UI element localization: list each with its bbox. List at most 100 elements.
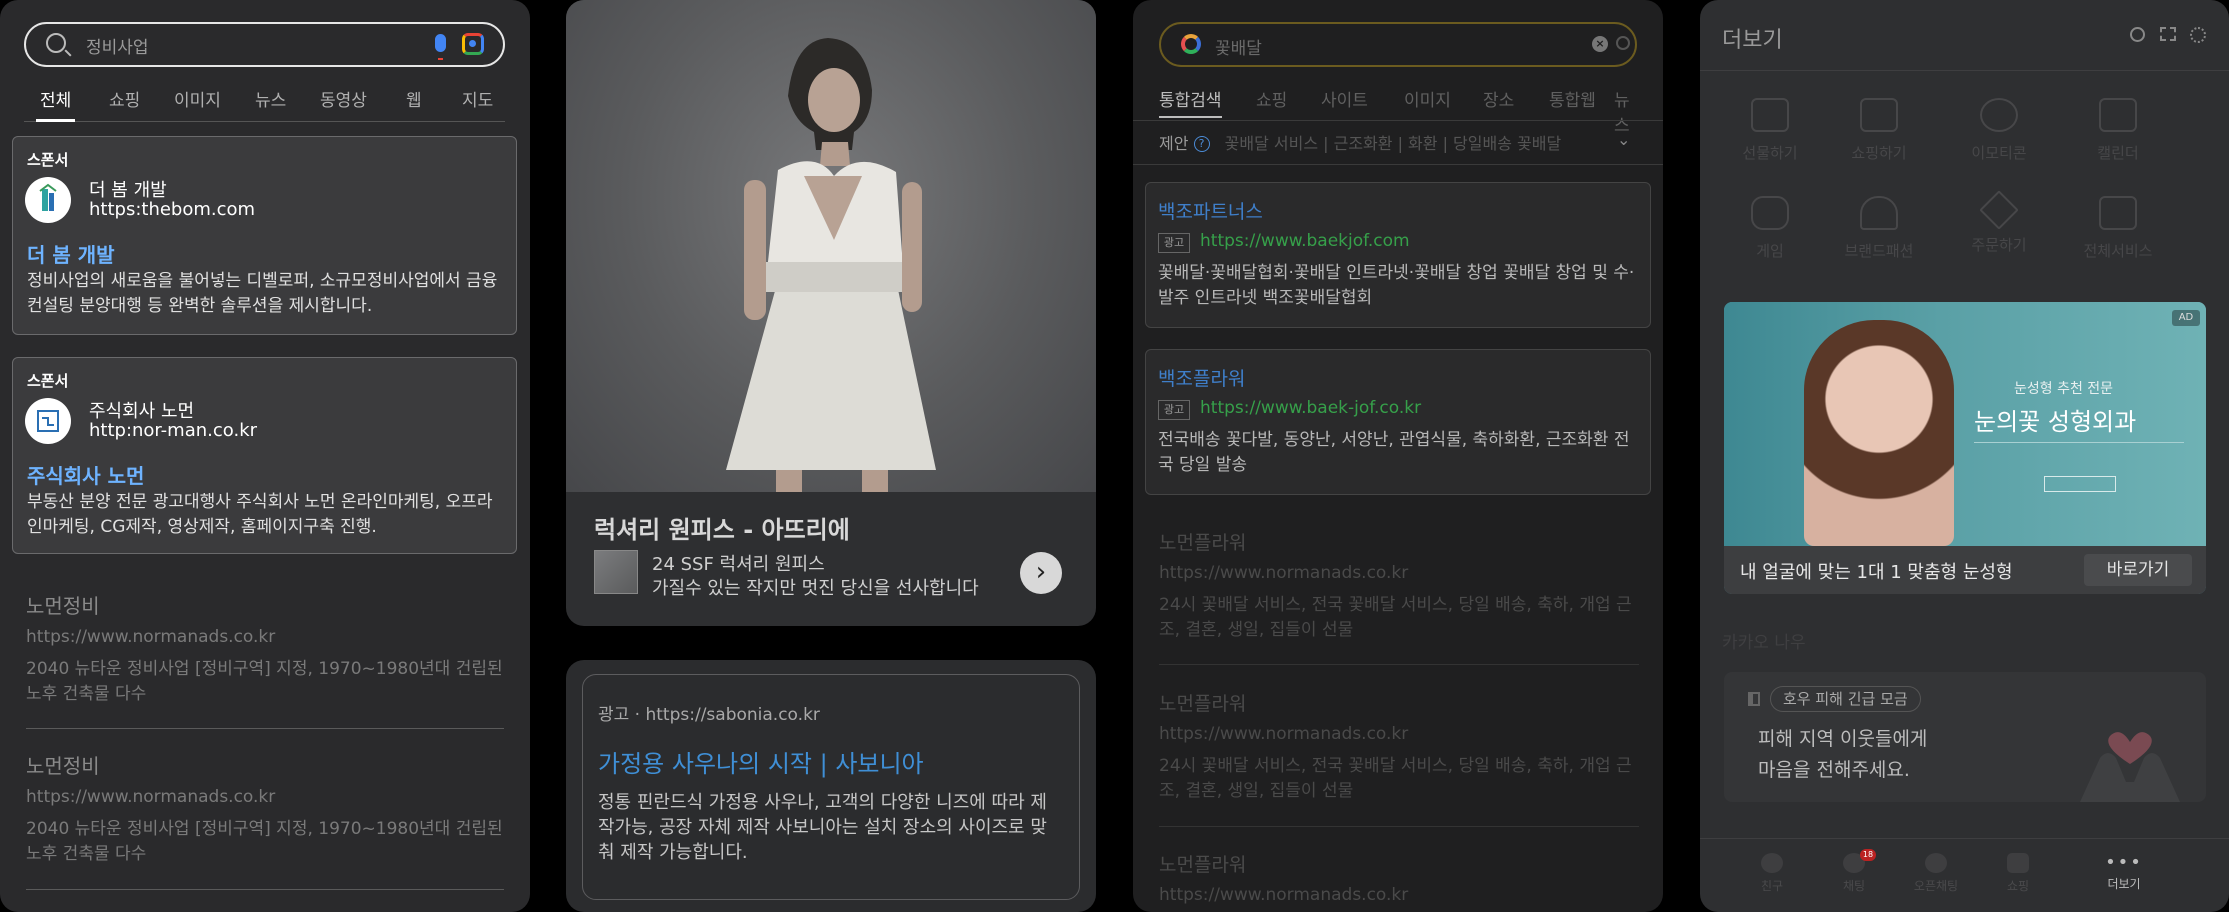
search-input[interactable]: 정비사업 xyxy=(86,33,149,58)
more-icon: ••• xyxy=(2105,852,2143,873)
google-lens-icon[interactable] xyxy=(462,33,484,55)
tab-maps[interactable]: 지도 xyxy=(462,86,493,111)
ad-mark: AD xyxy=(2172,310,2200,326)
search-result[interactable]: 노먼플라워 https://www.normanads.co.kr 24시 꽃배… xyxy=(1159,689,1639,804)
nav-openchat[interactable]: 오픈채팅 xyxy=(1906,853,1966,894)
banner-divider xyxy=(1974,442,2184,452)
fashion-ad-panel[interactable]: 럭셔리 원피스 - 아뜨리에 24 SSF 럭셔리 원피스 가질수 있는 작지만… xyxy=(566,0,1096,626)
result-title[interactable]: 노먼플라워 xyxy=(1159,689,1639,716)
model-portrait xyxy=(1804,320,1954,546)
ad-title-link[interactable]: 백조파트너스 xyxy=(1158,197,1263,224)
service-gift[interactable]: 선물하기 xyxy=(1720,98,1820,163)
service-calendar[interactable]: 캘린더 xyxy=(2068,98,2168,163)
gamepad-icon xyxy=(1751,196,1789,230)
tab-images[interactable]: 이미지 xyxy=(1404,86,1451,111)
scan-icon[interactable] xyxy=(2160,27,2176,41)
suggestion-label: 제안 xyxy=(1159,134,1189,153)
ad-url[interactable]: https://www.baek-jof.co.kr xyxy=(1200,398,1421,418)
tab-integrated[interactable]: 통합검색 xyxy=(1159,86,1222,118)
service-shopping[interactable]: 쇼핑하기 xyxy=(1829,98,1929,163)
microphone-icon[interactable] xyxy=(435,34,446,60)
service-brand-fashion[interactable]: 브랜드패션 xyxy=(1829,196,1929,261)
sponsored-ad-card[interactable]: 백조파트너스 광고 https://www.baekjof.com 꽃배달·꽃배… xyxy=(1145,182,1651,328)
result-url: https://www.normanads.co.kr xyxy=(1159,885,1409,905)
heart-hands-icon xyxy=(2080,732,2180,802)
tab-all[interactable]: 전체 xyxy=(35,86,76,122)
kakao-more-panel: 더보기 선물하기 쇼핑하기 이모티콘 캘린더 게임 브랜드패션 주문하기 전체서… xyxy=(1700,0,2229,912)
service-label: 게임 xyxy=(1756,242,1784,260)
ad-title-link[interactable]: 더 봄 개발 xyxy=(27,239,115,268)
service-order[interactable]: 주문하기 xyxy=(1949,190,2049,255)
tab-images[interactable]: 이미지 xyxy=(174,86,221,111)
megaphone-icon xyxy=(1748,692,1760,706)
gear-icon[interactable] xyxy=(2190,27,2206,43)
ad-title-link[interactable]: 백조플라워 xyxy=(1158,364,1245,391)
ad-description: 부동산 분양 전문 광고대행사 주식회사 노먼 온라인마케팅, 오프라인마케팅,… xyxy=(27,492,493,537)
result-title[interactable]: 노먼정비 xyxy=(26,750,504,779)
search-result[interactable]: 노먼플라워 https://www.normanads.co.kr 24시 꽃배… xyxy=(1159,528,1639,643)
result-title[interactable]: 노먼플라워 xyxy=(1159,850,1639,877)
tab-sites[interactable]: 사이트 xyxy=(1321,86,1368,111)
ad-subtitle: 24 SSF 럭셔리 원피스 xyxy=(652,554,825,575)
search-icon[interactable] xyxy=(1616,36,1630,50)
suggestion-keywords[interactable]: 꽃배달 서비스 | 근조화환 | 화환 | 당일배송 꽃배달 xyxy=(1225,134,1562,153)
nav-chats[interactable]: 18 채팅 xyxy=(1824,849,1884,894)
google-search-panel: 정비사업 전체 쇼핑 이미지 뉴스 동영상 웹 지도 스폰서 더 봄 개발 ht… xyxy=(0,0,530,912)
tab-places[interactable]: 장소 xyxy=(1483,86,1514,111)
search-box[interactable]: 정비사업 xyxy=(24,22,505,67)
nav-friends[interactable]: 친구 xyxy=(1742,853,1802,894)
nav-label: 더보기 xyxy=(2107,877,2141,891)
tabs-divider xyxy=(1133,120,1663,121)
help-icon[interactable]: ? xyxy=(1193,136,1210,152)
service-all[interactable]: 전체서비스 xyxy=(2068,196,2168,261)
utensils-icon xyxy=(1979,190,2019,230)
search-icon[interactable] xyxy=(2130,27,2145,42)
ad-title[interactable]: 럭셔리 원피스 - 아뜨리에 xyxy=(594,510,850,545)
sponsored-ad-card[interactable]: 스폰서 주식회사 노먼 http:nor-man.co.kr 주식회사 노먼 부… xyxy=(12,357,517,554)
chevron-right-icon[interactable]: › xyxy=(1020,552,1062,594)
tab-videos[interactable]: 동영상 xyxy=(320,86,367,111)
header-divider xyxy=(1700,70,2229,71)
go-button[interactable]: 바로가기 xyxy=(2084,554,2192,586)
tab-web[interactable]: 통합웹 xyxy=(1549,86,1596,111)
suggestion-row[interactable]: 제안 ? 꽃배달 서비스 | 근조화환 | 화환 | 당일배송 꽃배달 ⌄ xyxy=(1159,130,1637,156)
chevron-down-icon[interactable]: ⌄ xyxy=(1617,130,1630,149)
ad-description: 전국배송 꽃다발, 동양난, 서양난, 관엽식물, 축하화환, 근조화환 전국 … xyxy=(1158,430,1630,475)
clear-icon[interactable]: × xyxy=(1592,36,1608,52)
donation-card[interactable]: 호우 피해 긴급 모금 피해 지역 이웃들에게 마음을 전해주세요. xyxy=(1724,672,2206,802)
service-game[interactable]: 게임 xyxy=(1720,196,1820,261)
product-thumbnail xyxy=(594,550,638,594)
tab-news[interactable]: 뉴스 xyxy=(255,86,286,111)
nav-more[interactable]: ••• 더보기 xyxy=(2094,853,2154,892)
service-label: 이모티콘 xyxy=(1971,144,2027,162)
service-emoticon[interactable]: 이모티콘 xyxy=(1949,98,2049,163)
ad-description: 정비사업의 새로움을 불어넣는 디벨로퍼, 소규모정비사업에서 금융컨설팅 분양… xyxy=(27,271,498,316)
result-title[interactable]: 노먼플라워 xyxy=(1159,528,1639,555)
tab-shopping[interactable]: 쇼핑 xyxy=(1256,86,1287,111)
search-box[interactable]: 꽃배달 × xyxy=(1159,22,1637,67)
donation-message: 피해 지역 이웃들에게 마음을 전해주세요. xyxy=(1758,724,1927,786)
result-divider xyxy=(1159,826,1639,827)
search-input[interactable]: 꽃배달 xyxy=(1215,34,1262,59)
tab-shopping[interactable]: 쇼핑 xyxy=(109,86,140,111)
sponsored-ad-card[interactable]: 스폰서 더 봄 개발 https:thebom.com 더 봄 개발 정비사업의… xyxy=(12,136,517,335)
tab-web[interactable]: 웹 xyxy=(406,86,422,111)
ad-tagline: 가질수 있는 작지만 멋진 당신을 선사합니다 xyxy=(652,578,979,599)
ad-banner[interactable]: 눈성형 추천 전문 눈의꽃 성형외과 AD 내 얼굴에 맞는 1대 1 맞춤형 … xyxy=(1724,302,2206,594)
tab-news[interactable]: 뉴스 xyxy=(1614,86,1637,136)
result-title[interactable]: 노먼정비 xyxy=(26,590,504,619)
ad-title-link[interactable]: 가정용 사우나의 시작 | 사보니아 xyxy=(598,744,924,779)
search-result[interactable]: 노먼플라워 https://www.normanads.co.kr xyxy=(1159,850,1639,905)
search-result[interactable]: 노먼정비 https://www.normanads.co.kr 2040 뉴타… xyxy=(26,590,504,707)
nav-shopping[interactable]: 쇼핑 xyxy=(1988,853,2048,894)
sauna-ad-panel: 광고 · https://sabonia.co.kr 가정용 사우나의 시작 |… xyxy=(566,660,1096,912)
donation-chip[interactable]: 호우 피해 긴급 모금 xyxy=(1770,686,1921,712)
nav-label: 채팅 xyxy=(1842,879,1866,893)
ad-url[interactable]: https://www.baekjof.com xyxy=(1200,231,1410,251)
sponsored-ad-card[interactable]: 백조플라워 광고 https://www.baek-jof.co.kr 전국배송… xyxy=(1145,349,1651,495)
ad-meta: 광고 · https://sabonia.co.kr xyxy=(598,705,820,725)
dress-icon xyxy=(1860,196,1898,230)
advertiser-logo xyxy=(25,398,71,444)
search-result[interactable]: 노먼정비 https://www.normanads.co.kr 2040 뉴타… xyxy=(26,750,504,867)
ad-title-link[interactable]: 주식회사 노먼 xyxy=(27,460,144,489)
